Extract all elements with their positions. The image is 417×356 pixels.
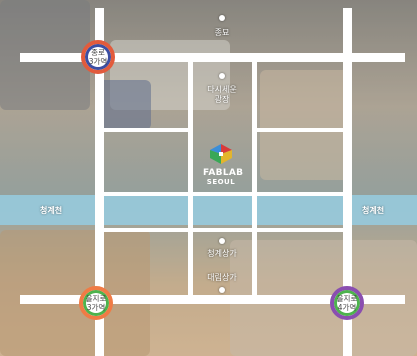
fablab-seoul-logo[interactable]: FABLAB SEOUL (203, 143, 244, 186)
station-euljiro4ga[interactable]: 을지로 4가역 (330, 286, 364, 320)
road-horizontal (20, 53, 405, 62)
place-marker-dasi-sewoon[interactable] (219, 73, 225, 79)
stream-label-left: 청계천 (40, 206, 63, 215)
road-horizontal (257, 128, 343, 132)
road-vertical (188, 60, 193, 296)
road-horizontal (104, 192, 343, 196)
road-vertical (252, 60, 257, 296)
place-label-jongmyo: 종묘 (214, 28, 230, 37)
station-label-euljiro4ga: 을지로 4가역 (336, 294, 358, 312)
place-marker-cheonggye-sangga[interactable] (219, 238, 225, 244)
cheonggyecheon-stream (0, 195, 417, 225)
place-marker-jongmyo[interactable] (219, 15, 225, 21)
station-label-jongno3ga: 종로 3가역 (88, 48, 108, 66)
place-label-cheonggye-sangga: 청계상가 (207, 249, 237, 258)
station-label-euljiro3ga: 을지로 3가역 (85, 294, 107, 312)
map: 청계천 청계천 종묘 다시세운 광장 청계상가 대림상가 FABLAB SEOU… (0, 0, 417, 356)
station-jongno3ga[interactable]: 종로 3가역 (81, 40, 115, 74)
logo-subtitle: SEOUL (206, 178, 236, 186)
logo-wordmark: FABLAB (203, 168, 244, 178)
place-label-daerim-sangga: 대림상가 (207, 273, 237, 282)
place-label-dasi-sewoon: 다시세운 광장 (207, 85, 237, 104)
road-horizontal (104, 228, 343, 232)
place-marker-daerim-sangga[interactable] (219, 287, 225, 293)
fablab-logo-icon (210, 144, 232, 164)
road-horizontal (104, 128, 188, 132)
stream-label-right: 청계천 (362, 206, 385, 215)
station-euljiro3ga[interactable]: 을지로 3가역 (79, 286, 113, 320)
